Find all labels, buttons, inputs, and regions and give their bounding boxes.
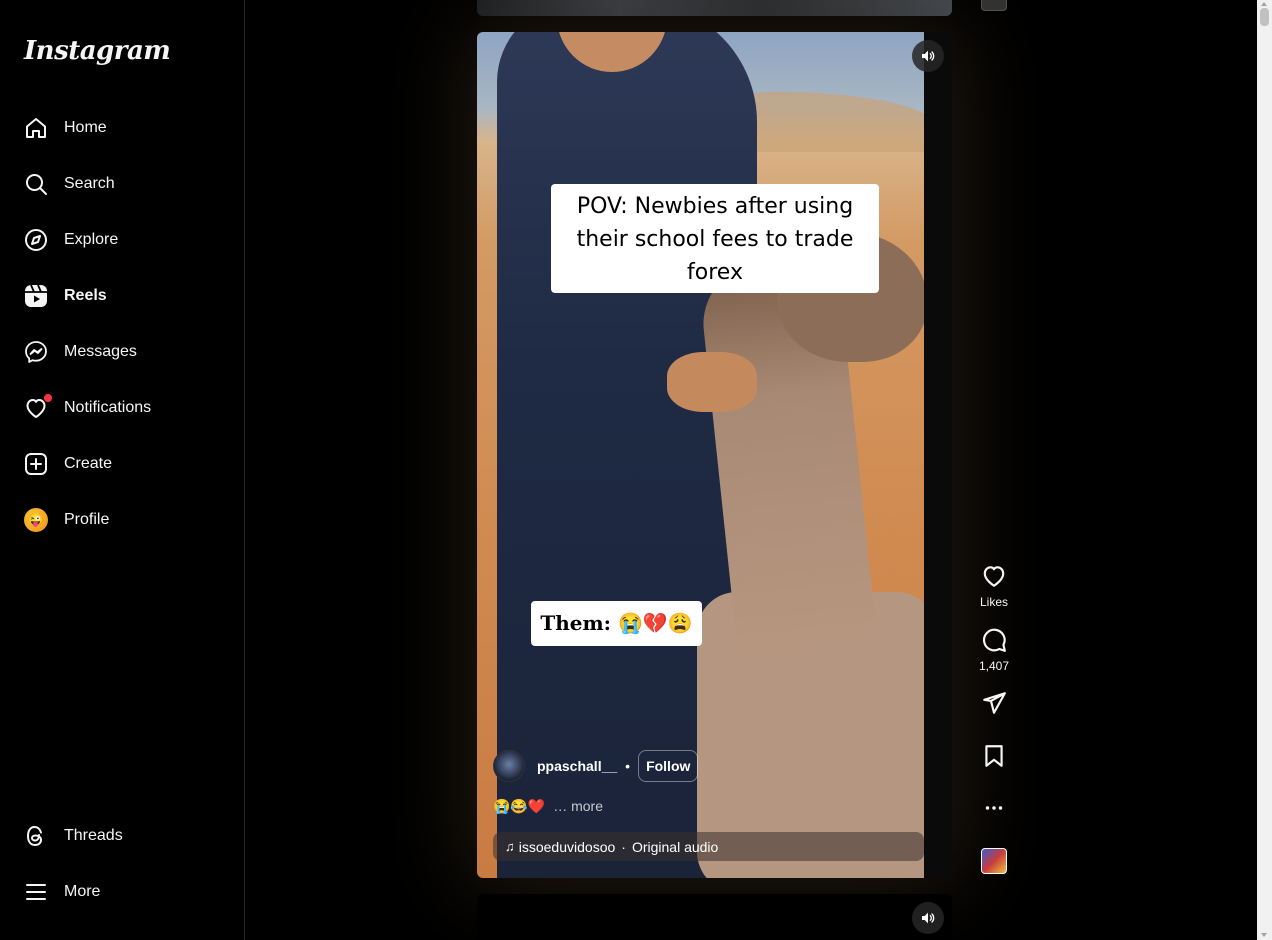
sidebar-item-explore[interactable]: Explore [12, 216, 232, 264]
threads-icon [24, 824, 48, 848]
sidebar-item-home[interactable]: Home [12, 104, 232, 152]
mute-toggle-button[interactable] [912, 40, 944, 72]
sidebar: Instagram Home Search Explore Reels Mess… [0, 0, 245, 940]
search-icon [24, 172, 48, 196]
share-button[interactable] [969, 690, 1019, 716]
like-button[interactable]: Likes [969, 563, 1019, 609]
reel-video[interactable]: POV: Newbies after using their school fe… [477, 32, 924, 878]
sidebar-item-threads[interactable]: Threads [12, 812, 232, 860]
heart-icon [983, 566, 1005, 587]
heart-icon [24, 394, 52, 420]
separator-dot: • [625, 758, 631, 774]
description-text: 😭😂❤️ [493, 798, 546, 814]
bookmark-icon [985, 745, 1003, 767]
scroll-down-icon[interactable] [1261, 933, 1267, 937]
audio-attribution[interactable]: ♫ issoeduvidosoo · Original audio [493, 832, 924, 861]
home-icon [24, 116, 48, 140]
sidebar-item-label: Notifications [64, 399, 152, 416]
sidebar-item-create[interactable]: Create [12, 440, 232, 488]
avatar: 😜 [24, 508, 48, 532]
sidebar-item-reels[interactable]: Reels [12, 272, 232, 320]
reels-icon [24, 284, 48, 308]
comment-button[interactable]: 1,407 [969, 627, 1019, 673]
next-mute-toggle-button[interactable] [912, 902, 944, 934]
sidebar-item-label: Home [64, 119, 107, 136]
audio-separator: · [621, 838, 626, 855]
reel-player[interactable]: POV: Newbies after using their school fe… [477, 32, 952, 878]
audio-artist: issoeduvidosoo [518, 838, 616, 855]
sidebar-item-messages[interactable]: Messages [12, 328, 232, 376]
sidebar-item-profile[interactable]: 😜 Profile [12, 496, 232, 544]
video-caption-overlay-2: Them: 😭💔😩 [531, 601, 702, 646]
plus-square-icon [24, 452, 48, 476]
sidebar-item-label: Search [64, 175, 115, 192]
author-username[interactable]: ppaschall__ [537, 758, 617, 774]
sidebar-item-label: Threads [64, 827, 123, 844]
sidebar-item-notifications[interactable]: Notifications [12, 384, 232, 432]
page-scrollbar[interactable] [1257, 0, 1272, 940]
audio-thumbnail[interactable] [981, 848, 1007, 874]
sidebar-item-more[interactable]: More [12, 868, 232, 916]
sidebar-item-label: More [64, 883, 101, 900]
likes-label[interactable]: Likes [980, 595, 1008, 609]
previous-reel-preview[interactable] [477, 0, 952, 16]
menu-icon [24, 880, 48, 904]
compass-icon [24, 228, 48, 252]
more-options-button[interactable] [969, 795, 1019, 821]
ellipsis-icon [985, 806, 1003, 810]
send-icon [983, 692, 1006, 714]
notification-badge [44, 394, 52, 402]
instagram-logo[interactable]: Instagram [24, 36, 171, 66]
sidebar-item-label: Reels [64, 287, 107, 304]
sidebar-item-label: Explore [64, 231, 119, 248]
comments-count: 1,407 [978, 659, 1010, 673]
scroll-up-icon[interactable] [1261, 2, 1267, 6]
more-link[interactable]: … more [553, 798, 603, 814]
author-avatar[interactable] [493, 750, 525, 782]
sidebar-item-label: Create [64, 455, 113, 472]
speaker-icon [922, 50, 935, 62]
follow-button[interactable]: Follow [638, 750, 699, 782]
scrollbar-thumb[interactable] [1260, 8, 1269, 26]
music-note-icon: ♫ [505, 839, 515, 854]
video-caption-overlay: POV: Newbies after using their school fe… [551, 184, 879, 293]
next-reel-preview[interactable] [477, 894, 952, 940]
speaker-icon [922, 912, 935, 924]
reel-description: 😭😂❤️ … more [493, 798, 603, 815]
reel-author: ppaschall__ • Follow [493, 750, 699, 782]
audio-title: Original audio [631, 838, 719, 855]
comment-icon [983, 628, 1006, 652]
previous-audio-thumbnail[interactable] [981, 0, 1007, 11]
save-button[interactable] [969, 743, 1019, 769]
sidebar-item-search[interactable]: Search [12, 160, 232, 208]
sidebar-item-label: Messages [64, 343, 137, 360]
messenger-icon [24, 340, 48, 364]
sidebar-item-label: Profile [64, 511, 110, 528]
